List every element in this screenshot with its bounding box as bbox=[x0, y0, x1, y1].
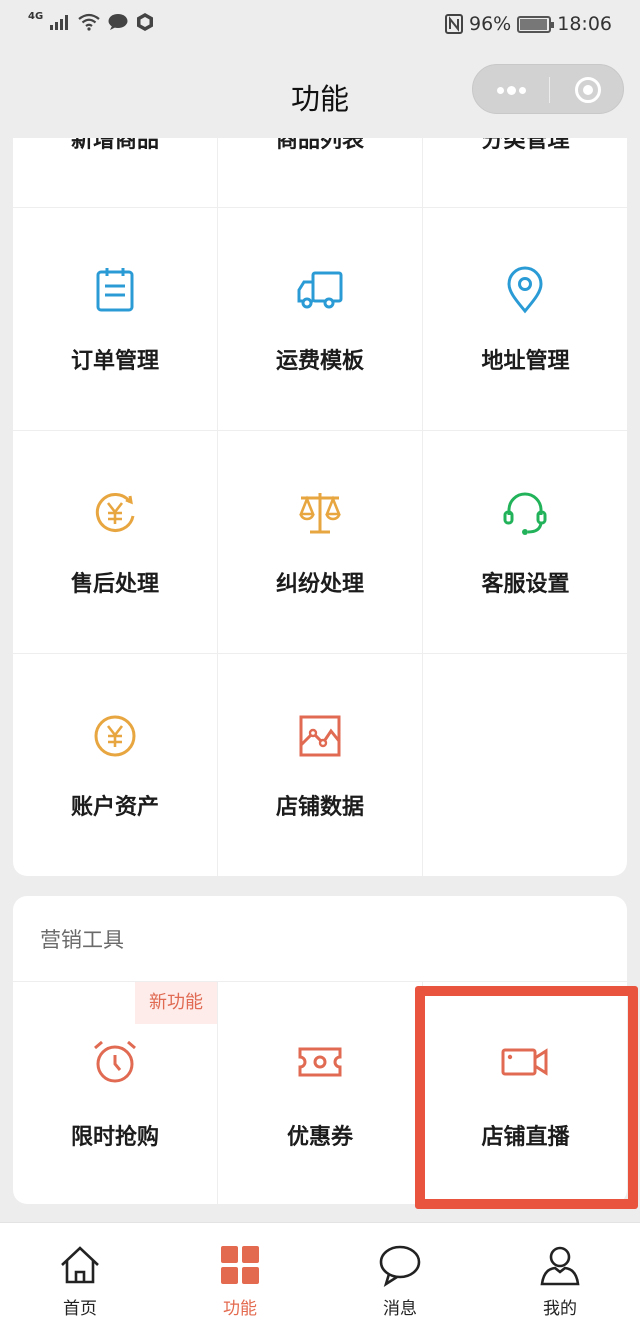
nfc-icon bbox=[445, 14, 463, 34]
grid-item-orders[interactable]: 订单管理 bbox=[13, 208, 218, 431]
status-left: 4G bbox=[28, 10, 155, 32]
grid-item-account-assets[interactable]: 账户资产 bbox=[13, 654, 218, 876]
yen-refresh-icon bbox=[95, 492, 135, 532]
user-icon bbox=[540, 1246, 580, 1286]
home-icon bbox=[61, 1246, 99, 1284]
app-notification-icon bbox=[137, 13, 154, 31]
location-pin-icon bbox=[507, 266, 543, 314]
status-right: 96% 18:06 bbox=[445, 13, 612, 35]
grid-item-label: 地址管理 bbox=[481, 349, 570, 374]
scale-icon bbox=[299, 493, 341, 534]
alarm-clock-icon bbox=[94, 1040, 136, 1083]
highlight-annotation bbox=[415, 986, 638, 1209]
tab-profile[interactable]: 我的 bbox=[480, 1223, 640, 1330]
battery-percent: 96% bbox=[469, 13, 512, 35]
grid-item-empty bbox=[423, 654, 627, 876]
wifi-icon bbox=[78, 13, 100, 31]
status-bar: 4G 96% 18:06 bbox=[0, 0, 640, 50]
tab-label: 我的 bbox=[543, 1299, 577, 1319]
capsule-divider bbox=[549, 77, 550, 103]
grid-item-address[interactable]: 地址管理 bbox=[423, 208, 627, 431]
grid-item-label: 订单管理 bbox=[70, 349, 159, 374]
grid-item-label: 客服设置 bbox=[481, 572, 570, 597]
grid-item-label: 分类管理 bbox=[481, 138, 570, 153]
bottom-tab-bar: 首页 功能 消息 我的 bbox=[0, 1222, 640, 1330]
truck-icon bbox=[297, 271, 343, 309]
marketing-item-label: 限时抢购 bbox=[70, 1125, 159, 1150]
network-type: 4G bbox=[28, 10, 44, 22]
grid-item-label: 账户资产 bbox=[70, 795, 159, 820]
message-notification-icon bbox=[108, 14, 128, 30]
clock: 18:06 bbox=[557, 13, 612, 35]
grid-item-product-list[interactable]: 商品列表 bbox=[218, 138, 423, 208]
mini-program-capsule bbox=[472, 64, 624, 114]
grid-item-disputes[interactable]: 纠纷处理 bbox=[218, 431, 423, 654]
close-mini-program-icon[interactable] bbox=[575, 77, 601, 103]
grid-icon bbox=[221, 1246, 259, 1284]
signal-icon bbox=[50, 15, 69, 30]
headset-icon bbox=[503, 492, 547, 535]
clipboard-icon bbox=[96, 268, 134, 312]
tab-functions[interactable]: 功能 bbox=[160, 1223, 320, 1330]
grid-item-shipping-template[interactable]: 运费模板 bbox=[218, 208, 423, 431]
tab-label: 首页 bbox=[63, 1299, 97, 1319]
marketing-item-flash-sale[interactable]: 新功能 限时抢购 bbox=[13, 982, 218, 1204]
yen-circle-icon bbox=[94, 715, 136, 757]
more-options-icon[interactable] bbox=[495, 82, 527, 98]
marketing-item-label: 优惠券 bbox=[286, 1125, 353, 1150]
grid-item-label: 店铺数据 bbox=[275, 795, 364, 820]
chat-bubble-icon bbox=[379, 1245, 421, 1287]
battery-icon bbox=[517, 15, 555, 33]
tab-messages[interactable]: 消息 bbox=[320, 1223, 480, 1330]
grid-item-label: 运费模板 bbox=[275, 349, 364, 374]
grid-item-add-product[interactable]: 新增商品 bbox=[13, 138, 218, 208]
new-feature-badge: 新功能 bbox=[135, 982, 217, 1024]
grid-item-label: 商品列表 bbox=[275, 138, 364, 153]
tab-home[interactable]: 首页 bbox=[0, 1223, 160, 1330]
grid-item-after-sales[interactable]: 售后处理 bbox=[13, 431, 218, 654]
grid-item-label: 新增商品 bbox=[70, 138, 159, 153]
tab-label: 消息 bbox=[383, 1299, 417, 1319]
grid-item-label: 纠纷处理 bbox=[275, 572, 364, 597]
grid-item-label: 售后处理 bbox=[70, 572, 159, 597]
tab-label: 功能 bbox=[223, 1299, 257, 1319]
function-grid-card: 新增商品 商品列表 分类管理 订单管理 运费模板 地址管理 售后处理 纠纷处理 … bbox=[13, 138, 627, 876]
grid-item-customer-service[interactable]: 客服设置 bbox=[423, 431, 627, 654]
navigation-bar: 功能 bbox=[0, 50, 640, 138]
coupon-icon bbox=[298, 1047, 342, 1077]
grid-item-store-data[interactable]: 店铺数据 bbox=[218, 654, 423, 876]
grid-item-category[interactable]: 分类管理 bbox=[423, 138, 627, 208]
marketing-item-coupon[interactable]: 优惠券 bbox=[218, 982, 423, 1204]
line-chart-icon bbox=[299, 715, 341, 757]
section-title: 营销工具 bbox=[40, 928, 124, 952]
